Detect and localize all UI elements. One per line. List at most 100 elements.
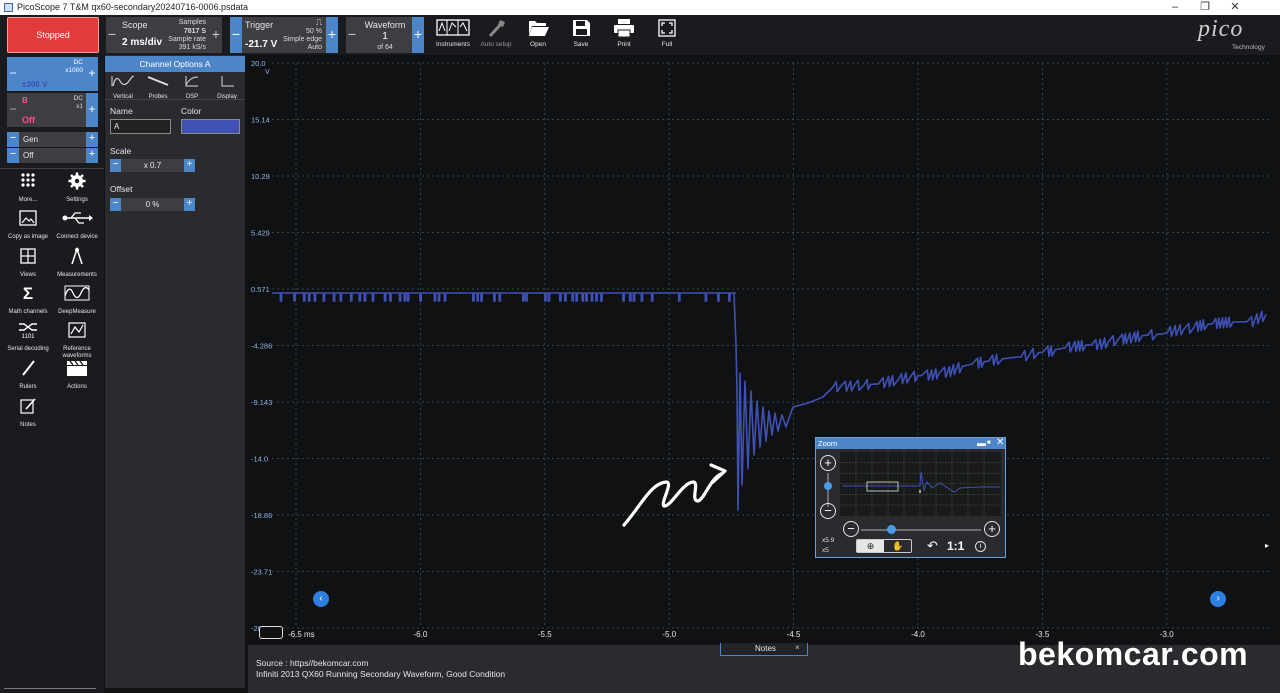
offset-decrease-button[interactable]: − (110, 198, 121, 211)
trigger-mode: Auto (307, 44, 322, 51)
save-icon (573, 20, 590, 36)
scale-increase-button[interactable]: + (184, 159, 195, 172)
axis-handle[interactable] (259, 626, 283, 639)
sample-rate-label: Sample rate (168, 36, 206, 43)
scope-view[interactable]: 20.0 15.14 10.29 5.429 0.571 -4.286 -9.143 -14.… (248, 55, 1280, 645)
restore-button[interactable]: ❐ (1190, 0, 1220, 15)
notes-tab[interactable]: Notes × (720, 643, 808, 656)
fullscreen-button[interactable]: Full (647, 17, 687, 53)
trigger-decrease-button[interactable]: − (230, 17, 242, 53)
run-stop-button[interactable]: Stopped (7, 17, 99, 53)
zoom-header: Zoom ▬ ■ ✕ (816, 437, 1005, 449)
horizontal-zoom-thumb[interactable] (887, 525, 896, 534)
fullscreen-label: Full (661, 41, 673, 48)
zoom-close-icon[interactable]: ✕ (996, 437, 1004, 448)
y-tick-label: -18.86 (251, 511, 272, 520)
trigger-level-value: -21.7 V (245, 39, 278, 50)
zoom-reset-button[interactable]: 1:1 (947, 539, 964, 553)
zoom-overview-thumbnail[interactable] (840, 452, 1001, 516)
nav-settings[interactable]: Settings (53, 172, 101, 204)
waveform-plot[interactable]: 20.0 15.14 10.29 5.429 0.571 -4.286 -9.143 -14.… (248, 55, 1280, 645)
scale-decrease-button[interactable]: − (110, 159, 121, 172)
tab-dsp[interactable]: DSP (176, 74, 208, 100)
waveform-previous-button[interactable]: − (346, 17, 358, 53)
auto-setup-button[interactable]: Auto setup (476, 17, 516, 53)
zoom-out-vertical-button[interactable]: − (820, 503, 836, 519)
zoom-maximize-icon[interactable]: ■ (987, 438, 991, 448)
timebase-decrease-button[interactable]: − (106, 17, 118, 53)
notes-close-icon[interactable]: × (795, 643, 800, 652)
zoom-title: Zoom (818, 439, 838, 448)
nav-connect-device[interactable]: Connect device (53, 209, 101, 241)
nav-reference-waveforms[interactable]: Reference waveforms (53, 321, 101, 360)
deepmeasure-icon (64, 285, 90, 301)
gen-state-increase[interactable]: + (86, 148, 98, 163)
zoom-minimize-icon[interactable]: ▬ (977, 438, 986, 448)
scope-timebase-control[interactable]: Scope 2 ms/div Samples 7817 S Sample rat… (118, 17, 210, 53)
rail-bottom-line (4, 688, 96, 689)
nav-actions[interactable]: Actions (53, 359, 101, 391)
nav-more[interactable]: More... (4, 172, 52, 204)
offset-increase-button[interactable]: + (184, 198, 195, 211)
x-tick-label: -6.0 (414, 630, 428, 639)
x-tick-label: -5.0 (662, 630, 676, 639)
offset-stepper[interactable]: − 0 % + (110, 198, 195, 211)
gen-state-decrease[interactable]: − (7, 148, 19, 163)
tab-probes[interactable]: Probes (142, 74, 174, 100)
save-button[interactable]: Save (561, 17, 601, 53)
nav-views[interactable]: Views (4, 247, 52, 279)
x-tick-label: -5.5 (538, 630, 552, 639)
channel-b-range-increase[interactable]: + (86, 93, 98, 127)
gen-decrease[interactable]: − (7, 132, 19, 147)
horizontal-zoom-track[interactable] (861, 529, 981, 531)
zoom-mode-toggle[interactable]: ⊕ ✋ (856, 539, 912, 553)
nav-math-channels[interactable]: Σ Math channels (4, 284, 52, 316)
annotation-arrow (622, 463, 727, 527)
name-input[interactable]: A (110, 119, 171, 134)
channel-b-control[interactable]: B DC x1 Off (19, 93, 86, 127)
nav-serial-decoding[interactable]: 1101 Serial decoding (4, 321, 52, 353)
gen-increase[interactable]: + (86, 132, 98, 147)
timebase-increase-button[interactable]: + (210, 17, 222, 53)
vertical-zoom-thumb[interactable] (824, 482, 832, 490)
toolbar: Stopped − Scope 2 ms/div Samples 7817 S … (0, 15, 1280, 55)
undo-zoom-icon[interactable]: ↶ (927, 538, 938, 554)
zoom-tool-icon[interactable]: ⊕ (857, 540, 884, 552)
zoom-in-horizontal-button[interactable]: + (984, 521, 1000, 537)
trigger-control[interactable]: Trigger -21.7 V ⎍ 50 % Simple edge Auto (242, 17, 326, 53)
waveform-buffer-control[interactable]: Waveform 1 of 64 (358, 17, 412, 53)
nav-measurements[interactable]: Measurements (53, 246, 101, 279)
channel-b-range-decrease[interactable]: − (7, 93, 19, 127)
info-icon[interactable]: i (975, 541, 986, 552)
expand-panel-arrow[interactable]: ▸ (1265, 541, 1275, 553)
zoom-out-horizontal-button[interactable]: − (843, 521, 859, 537)
pan-hand-icon[interactable]: ✋ (885, 540, 911, 552)
close-window-button[interactable]: ✕ (1220, 0, 1250, 15)
scale-stepper[interactable]: − x 0.7 + (110, 159, 195, 172)
channel-a-range-increase[interactable]: + (86, 57, 98, 91)
nav-copy-as-image[interactable]: Copy as image (4, 209, 52, 241)
print-button[interactable]: Print (604, 17, 644, 53)
nav-settings-label: Settings (66, 197, 88, 203)
zoom-overview-window[interactable]: Zoom ▬ ■ ✕ + − − + x5.9 x5 ⊕ ✋ ↶ 1:1 i (815, 437, 1006, 558)
tab-vertical[interactable]: Vertical (107, 74, 139, 100)
zoom-in-vertical-button[interactable]: + (820, 455, 836, 471)
nav-rulers[interactable]: Rulers (4, 359, 52, 391)
scale-label: Scale (110, 146, 132, 156)
open-button[interactable]: Open (518, 17, 558, 53)
trigger-increase-button[interactable]: + (326, 17, 338, 53)
nav-notes[interactable]: Notes (4, 397, 52, 429)
channel-a-range-decrease[interactable]: − (7, 57, 19, 91)
nav-deepmeasure[interactable]: DeepMeasure (53, 284, 101, 316)
scroll-left-button[interactable]: ‹ (313, 591, 329, 607)
tab-display[interactable]: Display (211, 74, 243, 100)
instruments-button[interactable]: Instruments (433, 17, 473, 53)
scroll-right-button[interactable]: › (1210, 591, 1226, 607)
waveform-next-button[interactable]: + (412, 17, 424, 53)
gen-label[interactable]: Gen (19, 132, 86, 147)
channel-a-control[interactable]: DC x1000 ±300 V (19, 57, 86, 91)
vertical-zoom-track[interactable] (827, 473, 829, 507)
gen-state[interactable]: Off (19, 148, 86, 163)
color-swatch[interactable] (181, 119, 240, 134)
minimize-button[interactable]: – (1160, 0, 1190, 15)
